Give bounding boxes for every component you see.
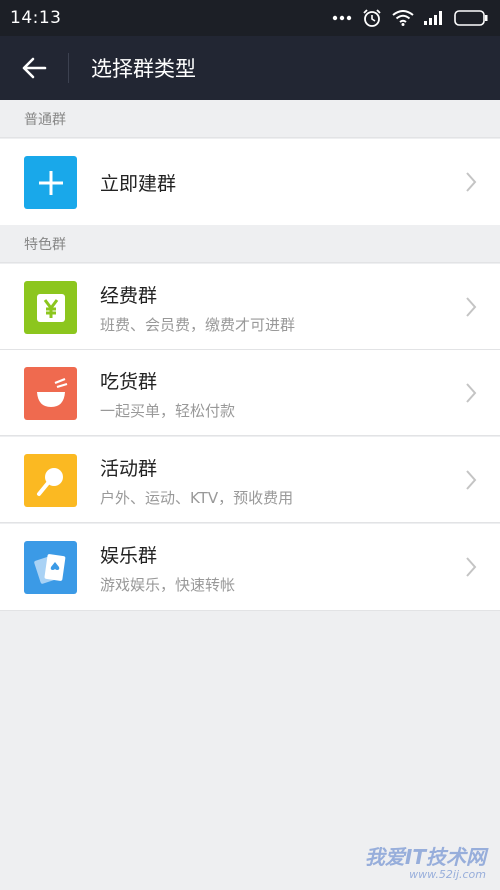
back-button[interactable]: [0, 36, 68, 100]
back-arrow-icon: [22, 57, 47, 79]
watermark-url: www.52ij.com: [409, 868, 486, 881]
chevron-right-icon: [466, 383, 477, 403]
row-subtitle: 游戏娱乐，快速转帐: [100, 576, 236, 594]
signal-icon: [424, 11, 444, 25]
chevron-right-icon: [466, 172, 477, 192]
chevron-right-icon: [466, 470, 477, 490]
row-subtitle: 一起买单，轻松付款: [100, 402, 236, 420]
yen-icon: [24, 281, 77, 334]
chevron-right-icon: [466, 557, 477, 577]
row-fee-group[interactable]: 经费群 班费、会员费，缴费才可进群: [0, 264, 500, 350]
chevron-right-icon: [466, 297, 477, 317]
row-foodie-group[interactable]: 吃货群 一起买单，轻松付款: [0, 350, 500, 436]
row-title: 活动群: [100, 458, 158, 480]
page-title: 选择群类型: [91, 57, 196, 81]
row-title: 娱乐群: [100, 545, 158, 567]
status-time: 14:13: [10, 8, 62, 28]
row-subtitle: 班费、会员费，缴费才可进群: [100, 316, 296, 334]
section-header-special: 特色群: [0, 225, 500, 263]
alarm-clock-icon: [362, 8, 382, 28]
battery-icon: [454, 10, 488, 26]
wifi-icon: [392, 10, 414, 26]
ping-pong-icon: [24, 454, 77, 507]
row-title: 经费群: [100, 285, 158, 307]
bowl-icon: [24, 367, 77, 420]
section-header-normal: 普通群: [0, 100, 500, 138]
title-divider: [68, 53, 69, 83]
plus-icon: [24, 156, 77, 209]
row-title: 立即建群: [100, 173, 177, 195]
row-entertainment-group[interactable]: 娱乐群 游戏娱乐，快速转帐: [0, 524, 500, 610]
watermark: 我爱IT技术网 www.52ij.com: [365, 841, 486, 881]
more-dots-icon: [332, 15, 352, 21]
status-bar: 14:13: [0, 0, 500, 36]
playing-cards-icon: [24, 541, 77, 594]
row-title: 吃货群: [100, 371, 158, 393]
status-icons: [332, 8, 488, 28]
watermark-text: 我爱IT技术网: [364, 845, 486, 869]
row-subtitle: 户外、运动、KTV，预收费用: [100, 489, 294, 507]
row-create-group[interactable]: 立即建群: [0, 139, 500, 225]
row-activity-group[interactable]: 活动群 户外、运动、KTV，预收费用: [0, 437, 500, 523]
title-bar: 选择群类型: [0, 36, 500, 100]
